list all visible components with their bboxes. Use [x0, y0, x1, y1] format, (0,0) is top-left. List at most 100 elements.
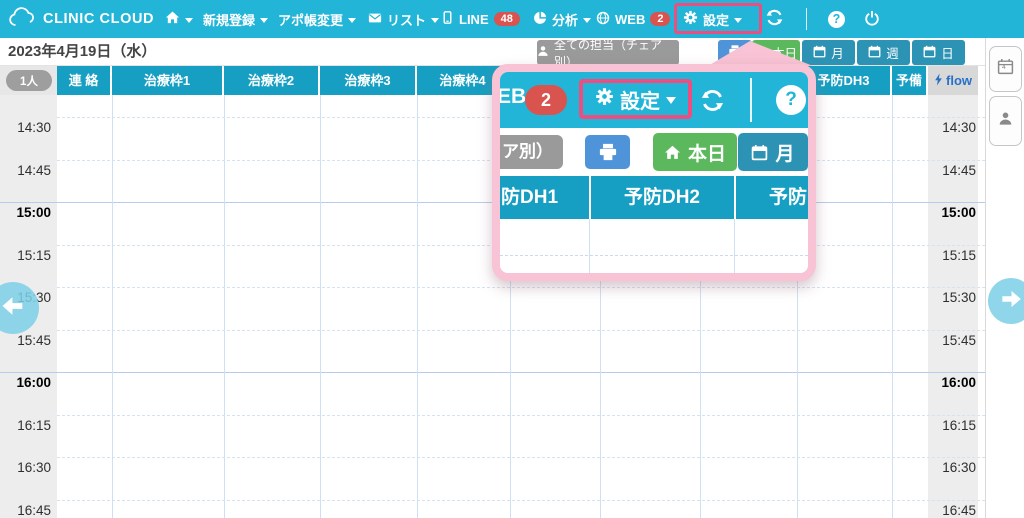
nav-list-label: リスト	[387, 10, 426, 29]
calendar-icon	[923, 45, 936, 61]
pie-chart-icon	[533, 11, 547, 28]
callout-settings-highlight: 設定	[579, 79, 692, 119]
callout-nav-strip: EB 2 設定 ?	[500, 72, 808, 128]
arrow-right-icon	[998, 286, 1024, 317]
callout-today-label: 本日	[688, 139, 726, 166]
time-label: 16:15	[930, 417, 976, 435]
help-icon: ?	[776, 85, 806, 115]
calendar-day-number: 4	[1002, 64, 1006, 71]
logout-button[interactable]	[864, 0, 880, 38]
time-label: 16:30	[0, 459, 51, 477]
nav-apobook-label: アポ帳変更	[278, 10, 343, 29]
time-label: 16:30	[930, 459, 976, 477]
brand-logo[interactable]: CLINIC CLOUD	[8, 0, 154, 38]
time-label: 14:30	[930, 119, 976, 137]
callout-web-badge: 2	[525, 85, 567, 115]
flow-tab[interactable]: flow	[928, 66, 978, 95]
web-count-badge: 2	[650, 12, 670, 26]
day-view-button[interactable]: 日	[912, 40, 965, 65]
nav-line-label: LINE	[459, 12, 489, 27]
nav-divider	[806, 8, 807, 30]
lightning-bolt-icon	[934, 73, 943, 89]
callout-today-button: 本日	[653, 133, 737, 171]
time-label: 15:30	[930, 289, 976, 307]
time-label: 16:15	[0, 417, 51, 435]
chevron-down-icon	[734, 18, 742, 23]
grid-line	[892, 95, 893, 518]
nav-register-menu[interactable]: 新規登録	[203, 0, 268, 38]
nav-web-label: WEB	[615, 12, 645, 27]
nav-line-menu[interactable]: LINE 48	[441, 0, 520, 38]
time-label: 15:00	[0, 204, 51, 222]
cloud-logo-icon	[8, 7, 38, 31]
callout-print-button	[585, 135, 630, 169]
day-label: 日	[941, 43, 954, 62]
chevron-down-icon	[666, 97, 676, 104]
nav-divider	[750, 78, 752, 122]
calendar-icon	[868, 45, 881, 61]
nav-settings-menu[interactable]: 設定	[683, 0, 742, 38]
globe-icon	[596, 11, 610, 28]
callout-header-dh1: 防DH1	[501, 176, 558, 219]
help-button[interactable]: ?	[828, 0, 845, 38]
week-label: 週	[886, 43, 899, 62]
callout-arrow	[700, 41, 816, 66]
callout-header-dh2: 予防DH2	[590, 176, 734, 219]
power-icon	[864, 10, 880, 29]
time-label: 16:45	[930, 502, 976, 518]
settings-magnifier-callout: EB 2 設定 ? ア別） 本日 月	[492, 64, 816, 281]
nav-home-menu[interactable]	[165, 0, 193, 38]
chevron-down-icon	[348, 18, 356, 23]
grid-line	[734, 219, 735, 273]
callout-month-button: 月	[738, 133, 808, 171]
brand-name: CLINIC CLOUD	[43, 11, 154, 27]
grid-line	[417, 95, 418, 518]
month-label: 月	[831, 43, 844, 62]
person-icon	[537, 45, 549, 60]
patient-panel-tab[interactable]	[989, 96, 1022, 146]
line-count-badge: 48	[494, 12, 520, 26]
calendar-panel-tab[interactable]: 4	[989, 46, 1022, 92]
time-label: 16:00	[930, 374, 976, 392]
time-label: 15:00	[930, 204, 976, 222]
grid-line	[224, 95, 225, 518]
column-header-chair2: 治療枠2	[224, 66, 320, 95]
time-label: 15:15	[930, 247, 976, 265]
calendar-date-icon: 4	[997, 58, 1014, 80]
grid-line	[57, 287, 985, 288]
week-view-button[interactable]: 週	[857, 40, 910, 65]
help-icon: ?	[828, 11, 845, 28]
refresh-button[interactable]	[766, 0, 783, 38]
gear-icon	[683, 10, 698, 28]
nav-web-menu[interactable]: WEB 2	[596, 0, 670, 38]
gear-icon	[595, 87, 614, 112]
toolbar-row: 2023年4月19日（水） 全ての担当（チェア別） 本日 月 週 日	[0, 38, 1024, 66]
grid-line	[500, 255, 808, 256]
callout-month-label: 月	[775, 139, 794, 166]
refresh-icon	[701, 89, 724, 117]
grid-line	[320, 95, 321, 518]
time-label: 15:45	[930, 332, 976, 350]
column-header-spare: 予備	[892, 66, 928, 95]
callout-header-strip: 防DH1 予防DH2 予防	[500, 176, 808, 219]
callout-header-dh3: 予防	[735, 176, 807, 219]
grid-line	[589, 219, 590, 273]
home-icon	[165, 10, 180, 28]
callout-settings-label: 設定	[620, 85, 660, 114]
chevron-down-icon	[260, 18, 268, 23]
time-label: 16:00	[0, 374, 51, 392]
nav-settings-label: 設定	[703, 10, 729, 29]
grid-line	[57, 457, 985, 458]
staff-filter-button[interactable]: 全ての担当（チェア別）	[537, 40, 679, 65]
nav-apobook-menu[interactable]: アポ帳変更	[278, 0, 356, 38]
chevron-down-icon	[583, 18, 591, 23]
nav-analysis-menu[interactable]: 分析	[533, 0, 591, 38]
current-date-label: 2023年4月19日（水）	[8, 38, 156, 66]
grid-line	[0, 372, 985, 373]
column-header-contact: 連 絡	[57, 66, 112, 95]
top-nav-bar: CLINIC CLOUD 新規登録 アポ帳変更 リスト LINE 48 分析	[0, 0, 1024, 38]
nav-list-menu[interactable]: リスト	[368, 0, 439, 38]
time-label: 15:15	[0, 247, 51, 265]
nav-register-label: 新規登録	[203, 10, 255, 29]
grid-line	[112, 95, 113, 518]
